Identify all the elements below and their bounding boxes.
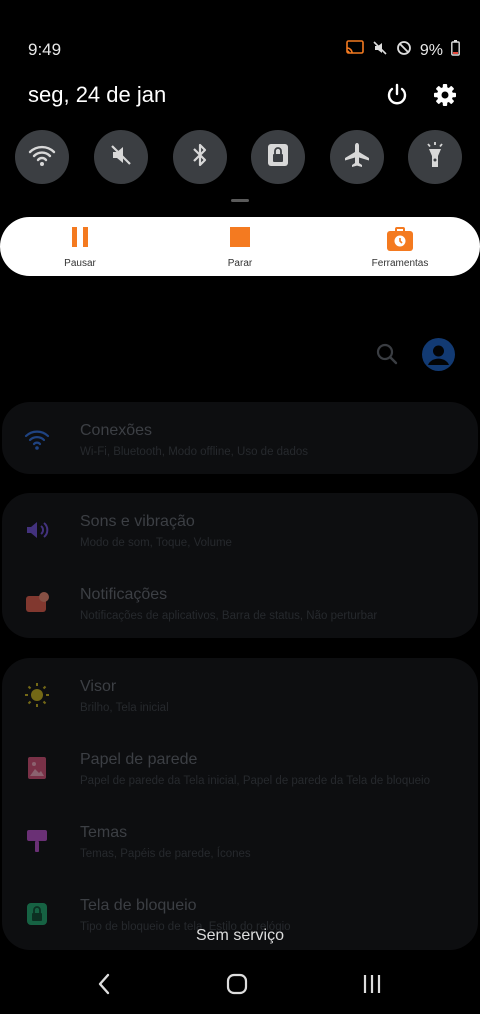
gear-icon (432, 84, 458, 112)
back-icon (96, 973, 112, 1000)
toolbox-icon (386, 226, 414, 257)
panel-date: seg, 24 de jan (28, 82, 167, 107)
rotation-lock-icon (266, 142, 290, 173)
airplane-icon (343, 141, 371, 174)
wifi-icon (28, 143, 56, 172)
recents-icon (361, 973, 383, 1000)
screen-recorder-bar: Pausar Parar Ferramentas (0, 217, 480, 276)
settings-card-connections: Conexões Wi-Fi, Bluetooth, Modo offline,… (2, 402, 478, 474)
tools-label: Ferramentas (371, 258, 429, 269)
settings-card-sound: Sons e vibração Modo de som, Toque, Volu… (2, 493, 478, 638)
panel-drag-handle[interactable] (231, 199, 249, 202)
status-icons: 9% (346, 40, 460, 61)
settings-item-title: Tela de bloqueio (80, 897, 197, 914)
wifi-icon (24, 426, 50, 452)
settings-item-subtitle: Papel de parede da Tela inicial, Papel d… (80, 775, 430, 787)
stop-icon (229, 226, 251, 253)
settings-item-subtitle: Modo de som, Toque, Volume (80, 537, 232, 549)
search-icon (375, 342, 399, 371)
power-button[interactable] (384, 82, 410, 108)
bluetooth-toggle[interactable] (173, 130, 227, 184)
cast-icon (346, 40, 364, 61)
airplane-mode-toggle[interactable] (330, 130, 384, 184)
settings-item-subtitle: Wi-Fi, Bluetooth, Modo offline, Uso de d… (80, 446, 308, 458)
pause-button[interactable]: Pausar (20, 217, 140, 276)
stop-button[interactable]: Parar (180, 217, 300, 276)
lock-icon (24, 901, 50, 927)
settings-card-display: Visor Brilho, Tela inicial Papel de pare… (2, 658, 478, 950)
home-icon (226, 973, 248, 1000)
picture-icon (24, 755, 50, 781)
status-time: 9:49 (28, 40, 62, 59)
nav-home-button[interactable] (217, 968, 257, 1004)
settings-item-title: Notificações (80, 586, 168, 603)
settings-item-title: Visor (80, 678, 117, 695)
settings-item-themes[interactable]: Temas Temas, Papéis de parede, Ícones (2, 804, 478, 876)
settings-item-connections[interactable]: Conexões Wi-Fi, Bluetooth, Modo offline,… (2, 402, 478, 474)
brush-icon (24, 828, 50, 854)
tools-button[interactable]: Ferramentas (340, 217, 460, 276)
pause-icon (70, 226, 90, 253)
sun-icon (24, 682, 50, 708)
flashlight-icon (424, 141, 446, 174)
flashlight-toggle[interactable] (408, 130, 462, 184)
settings-item-display[interactable]: Visor Brilho, Tela inicial (2, 658, 478, 730)
settings-button[interactable] (432, 82, 458, 108)
settings-item-title: Sons e vibração (80, 513, 195, 530)
settings-item-title: Conexões (80, 422, 153, 439)
settings-item-notifications[interactable]: Notificações Notificações de aplicativos… (2, 566, 478, 638)
speaker-icon (24, 517, 50, 543)
settings-item-title: Temas (80, 824, 128, 841)
stop-label: Parar (227, 258, 253, 269)
settings-item-wallpaper[interactable]: Papel de parede Papel de parede da Tela … (2, 731, 478, 803)
nav-recents-button[interactable] (352, 968, 392, 1004)
battery-icon (451, 40, 460, 61)
wifi-toggle[interactable] (15, 130, 69, 184)
power-icon (384, 83, 410, 112)
pause-label: Pausar (64, 258, 96, 269)
settings-item-subtitle: Temas, Papéis de parede, Ícones (80, 848, 251, 860)
bluetooth-icon (189, 142, 211, 173)
rotation-lock-toggle[interactable] (251, 130, 305, 184)
settings-item-sound[interactable]: Sons e vibração Modo de som, Toque, Volu… (2, 493, 478, 565)
network-status-text: Sem serviço (195, 927, 285, 944)
no-signal-icon (396, 40, 412, 61)
sound-toggle[interactable] (94, 130, 148, 184)
bell-icon (24, 590, 50, 616)
sound-muted-icon (108, 142, 134, 173)
settings-item-title: Papel de parede (80, 751, 198, 768)
battery-percentage: 9% (419, 41, 443, 59)
account-avatar-icon (422, 338, 455, 376)
settings-background: Conexões Wi-Fi, Bluetooth, Modo offline,… (0, 300, 480, 960)
settings-item-subtitle: Brilho, Tela inicial (80, 702, 169, 714)
mute-icon (372, 40, 388, 61)
settings-item-subtitle: Notificações de aplicativos, Barra de st… (80, 610, 378, 622)
nav-back-button[interactable] (84, 968, 124, 1004)
